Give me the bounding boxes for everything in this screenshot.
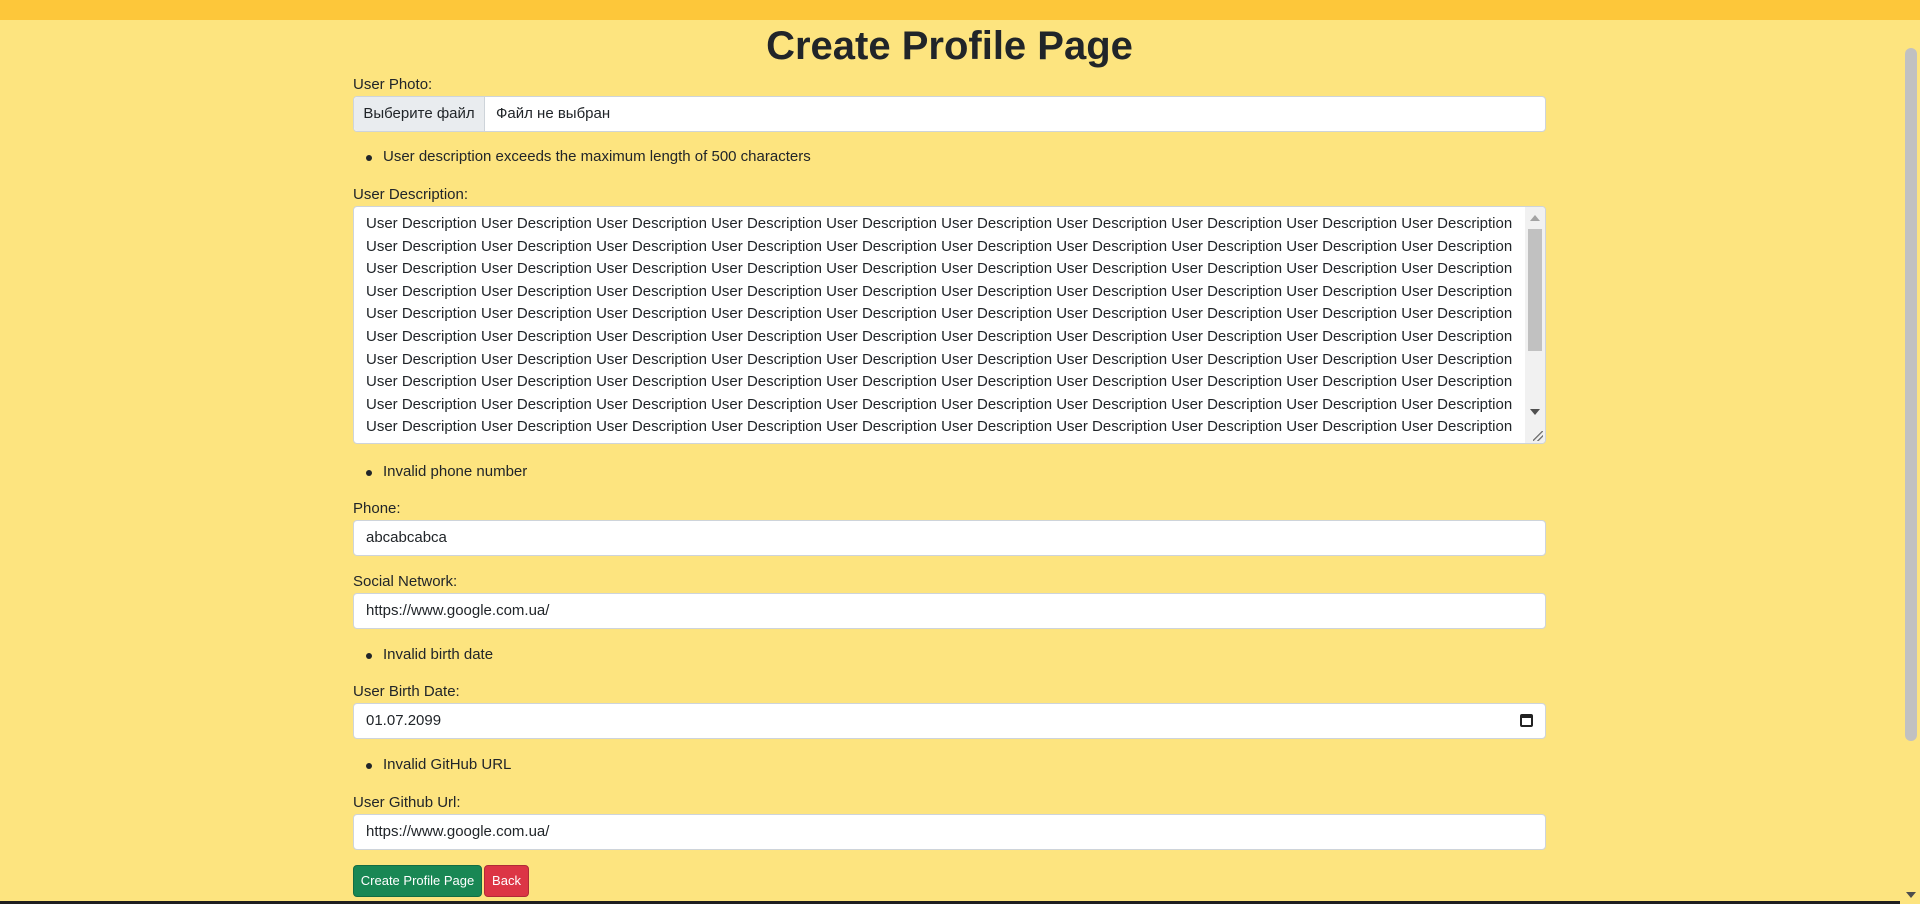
social-network-label: Social Network: <box>353 573 458 590</box>
create-profile-button[interactable]: Create Profile Page <box>353 865 482 897</box>
back-button[interactable]: Back <box>484 865 529 897</box>
phone-input[interactable]: abcabcabca <box>353 520 1546 556</box>
calendar-icon[interactable] <box>1520 714 1533 727</box>
choose-file-button[interactable]: Выберите файл <box>354 97 485 131</box>
birth-date-value: 01.07.2099 <box>366 712 442 729</box>
github-error: Invalid GitHub URL <box>365 756 512 773</box>
textarea-scrollbar[interactable] <box>1525 207 1545 443</box>
social-network-input[interactable]: https://www.google.com.ua/ <box>353 593 1546 629</box>
browser-bar <box>0 0 1920 20</box>
birth-date-error: Invalid birth date <box>365 646 494 663</box>
scroll-thumb[interactable] <box>1528 229 1542 351</box>
user-photo-label: User Photo: <box>353 76 433 93</box>
phone-value: abcabcabca <box>366 529 447 546</box>
phone-label: Phone: <box>353 500 401 517</box>
github-url-label: User Github Url: <box>353 794 461 811</box>
user-photo-file-input[interactable]: Выберите файл Файл не выбран <box>353 96 1546 132</box>
resize-grip-icon[interactable] <box>1533 431 1543 441</box>
github-url-input[interactable]: https://www.google.com.ua/ <box>353 814 1546 850</box>
page-scroll-thumb[interactable] <box>1905 48 1917 741</box>
github-url-value: https://www.google.com.ua/ <box>366 823 550 840</box>
page-scroll-down-icon[interactable] <box>1906 892 1916 898</box>
birth-date-label: User Birth Date: <box>353 683 460 700</box>
social-network-value: https://www.google.com.ua/ <box>366 602 550 619</box>
description-error: User description exceeds the maximum len… <box>366 148 811 165</box>
scroll-up-icon[interactable] <box>1530 215 1540 221</box>
phone-error: Invalid phone number <box>365 463 528 480</box>
page-title: Create Profile Page <box>766 24 1133 68</box>
user-description-textarea[interactable]: User Description User Description User D… <box>353 206 1546 444</box>
file-status-text: Файл не выбран <box>496 105 611 122</box>
user-description-label: User Description: <box>353 186 469 203</box>
page-scrollbar[interactable] <box>1900 20 1920 904</box>
scroll-down-icon[interactable] <box>1530 409 1540 415</box>
birth-date-input[interactable]: 01.07.2099 <box>353 703 1546 739</box>
user-description-text: User Description User Description User D… <box>366 215 1513 443</box>
